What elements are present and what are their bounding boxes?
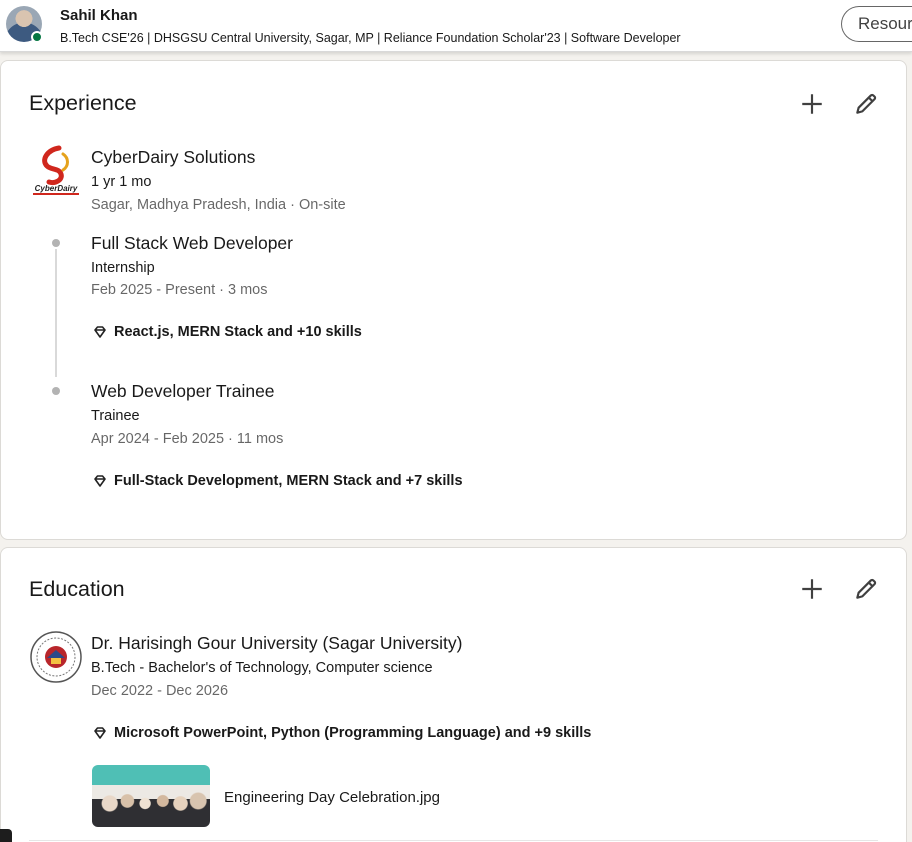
section-title-education: Education [29,577,125,601]
profile-headline: B.Tech CSE'26 | DHSGSU Central Universit… [60,31,681,45]
sticky-profile-header: Sahil Khan B.Tech CSE'26 | DHSGSU Centra… [0,0,912,52]
role-dates: Feb 2025 - Present · 3 mos [91,282,268,298]
section-title-experience: Experience [29,91,137,115]
company-logo-text: CyberDairy [35,184,78,193]
role-skills[interactable]: React.js, MERN Stack and +10 skills [92,324,362,340]
diamond-icon [94,326,106,338]
timeline-dot [52,387,60,395]
pencil-icon [856,93,877,114]
edit-experience-button[interactable] [850,88,882,120]
media-title[interactable]: Engineering Day Celebration.jpg [224,789,440,806]
role-skills-text: React.js, MERN Stack and +10 skills [114,324,362,340]
role-title: Web Developer Trainee [91,381,275,401]
diamond-icon [94,727,106,739]
school-logo[interactable] [29,630,83,684]
company-logo[interactable]: CyberDairy [29,144,83,198]
role-skills-text: Full-Stack Development, MERN Stack and +… [114,473,463,489]
edit-education-button[interactable] [850,573,882,605]
role-title: Full Stack Web Developer [91,233,293,253]
add-education-button[interactable] [796,573,828,605]
pencil-icon [856,578,877,599]
timeline-dot [52,239,60,247]
education-dates: Dec 2022 - Dec 2026 [91,683,229,699]
add-experience-button[interactable] [796,88,828,120]
education-skills-text: Microsoft PowerPoint, Python (Programmin… [114,725,592,741]
role-type: Trainee [91,408,140,424]
role-skills[interactable]: Full-Stack Development, MERN Stack and +… [92,473,463,489]
timeline-connector [55,249,57,377]
degree: B.Tech - Bachelor's of Technology, Compu… [91,660,433,676]
role-type: Internship [91,260,155,276]
experience-section: Experience CyberDairy CyberDairy Solutio… [0,60,907,540]
school-name[interactable]: Dr. Harisingh Gour University (Sagar Uni… [91,633,463,654]
company-duration: 1 yr 1 mo [91,174,152,190]
plus-icon [802,579,822,599]
plus-icon [802,94,822,114]
section-divider [29,840,878,841]
education-section: Education Dr. Harisingh Gour University … [0,547,907,842]
profile-name: Sahil Khan [60,7,138,24]
diamond-icon [94,475,106,487]
media-thumbnail[interactable] [92,765,210,827]
online-status-icon [31,31,43,43]
minimized-chat-tab[interactable] [0,829,12,842]
company-location: Sagar, Madhya Pradesh, India · On-site [91,197,346,213]
role-dates: Apr 2024 - Feb 2025 · 11 mos [91,431,284,447]
company-name[interactable]: CyberDairy Solutions [91,147,255,168]
education-skills[interactable]: Microsoft PowerPoint, Python (Programmin… [92,725,591,741]
resources-button[interactable]: Resources [841,6,912,42]
